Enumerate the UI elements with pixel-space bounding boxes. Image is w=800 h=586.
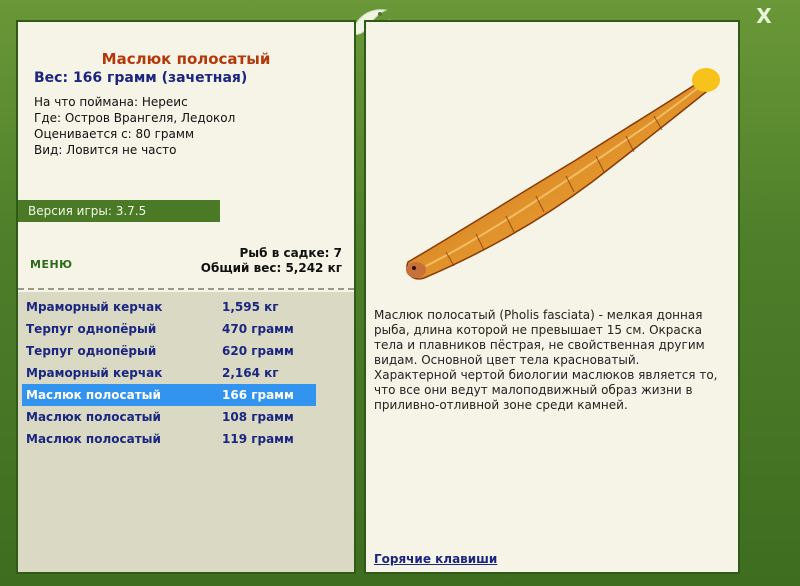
fish-title: Маслюк полосатый (101, 50, 271, 68)
fish-count: Рыб в садке: 7 (239, 246, 343, 260)
catch-row[interactable]: Терпуг однопёрый 620 грамм (22, 340, 316, 362)
catch-row[interactable]: Мраморный керчак 1,595 кг (22, 296, 316, 318)
catch-panel: Маслюк полосатый Вес: 166 грамм (зачетна… (16, 20, 356, 574)
close-icon: X (756, 4, 772, 28)
description-line: что все они ведут малоподвижный образ жи… (374, 383, 693, 397)
fish-detail-panel: Маслюк полосатый (Pholis fasciata) - мел… (364, 20, 740, 574)
catch-row[interactable]: Маслюк полосатый 108 грамм (22, 406, 316, 428)
catch-row[interactable]: Мраморный керчак 2,164 кг (22, 362, 316, 384)
description-line: приливно-отливной зоне среди камней. (374, 398, 628, 412)
catch-row-weight: 470 грамм (222, 322, 294, 336)
fish-description: Маслюк полосатый (Pholis fasciata) - мел… (374, 308, 732, 413)
fish-rated-from: Оценивается с: 80 грамм (34, 127, 194, 141)
description-line: Маслюк полосатый (Pholis fasciata) - мел… (374, 308, 703, 322)
catch-row-name: Маслюк полосатый (26, 410, 161, 424)
fish-weight: Вес: 166 грамм (зачетная) (34, 70, 248, 86)
description-line: рыба, длина которой не превышает 15 см. … (374, 323, 702, 337)
catch-row-name: Маслюк полосатый (26, 432, 161, 446)
fish-info: На что поймана: Нереис Где: Остров Вранг… (34, 94, 235, 158)
catch-row[interactable]: Терпуг однопёрый 470 грамм (22, 318, 316, 340)
menu-button[interactable]: МЕНЮ (30, 258, 73, 271)
catch-row-name: Маслюк полосатый (26, 388, 161, 402)
fish-bait: На что поймана: Нереис (34, 95, 188, 109)
hotkeys-link[interactable]: Горячие клавиши (374, 552, 497, 566)
fish-kind: Вид: Ловится не часто (34, 143, 177, 157)
catch-row-name: Терпуг однопёрый (26, 344, 157, 358)
catch-row-weight: 166 грамм (222, 388, 294, 402)
total-weight: Общий вес: 5,242 кг (200, 261, 342, 275)
keepnet-stats: Рыб в садке: 7 Общий вес: 5,242 кг (201, 246, 342, 276)
catch-row-weight: 108 грамм (222, 410, 294, 424)
fish-location: Где: Остров Врангеля, Ледокол (34, 111, 236, 125)
catch-row-name: Мраморный керчак (26, 366, 163, 380)
game-version: Версия игры: 3.7.5 (18, 200, 220, 222)
catch-row-weight: 1,595 кг (222, 300, 279, 314)
description-line: тела и плавников пёстрая, не свойственна… (374, 338, 705, 352)
description-line: видам. Основной цвет тела красноватый. (374, 353, 640, 367)
catch-row-weight: 2,164 кг (222, 366, 279, 380)
catch-row[interactable]: Маслюк полосатый 119 грамм (22, 428, 316, 450)
divider (18, 288, 354, 290)
catch-row-selected[interactable]: Маслюк полосатый 166 грамм (22, 384, 316, 406)
close-button[interactable]: X (752, 4, 776, 28)
catch-row-weight: 620 грамм (222, 344, 294, 358)
catch-row-name: Терпуг однопёрый (26, 322, 157, 336)
fish-image (406, 68, 720, 280)
description-line: Характерной чертой биологии маслюков явл… (374, 368, 718, 382)
catch-row-weight: 119 грамм (222, 432, 294, 446)
catch-row-name: Мраморный керчак (26, 300, 163, 314)
catch-list: Мраморный керчак 1,595 кг Терпуг однопёр… (18, 292, 354, 572)
